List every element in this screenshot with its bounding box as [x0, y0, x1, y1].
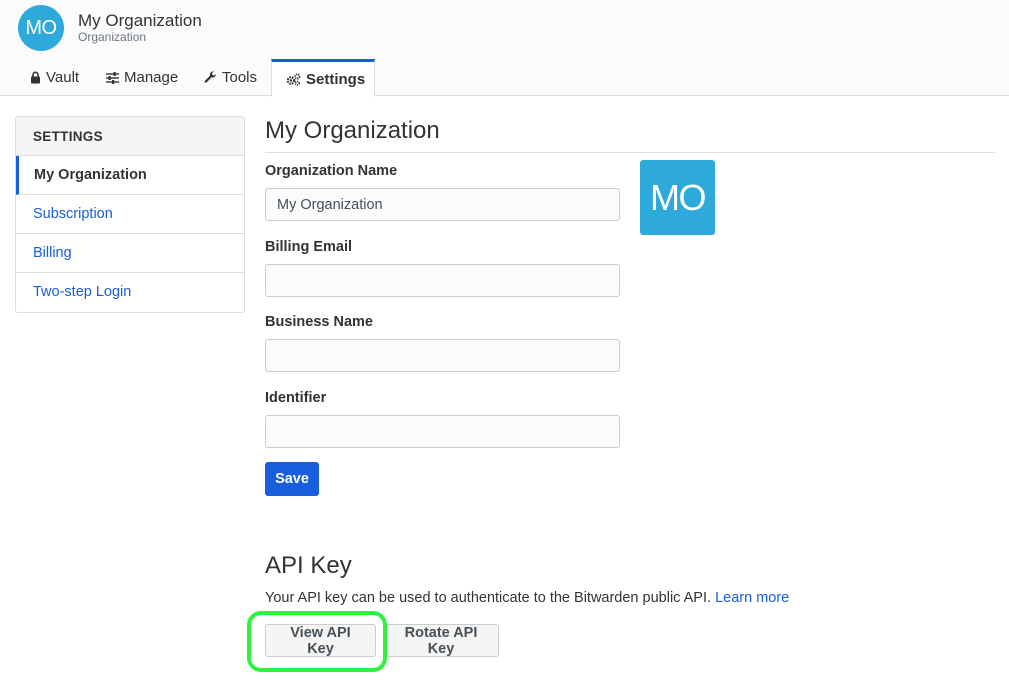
learn-more-link[interactable]: Learn more	[715, 590, 789, 606]
sidebar-heading: SETTINGS	[16, 117, 244, 156]
title-divider	[265, 152, 995, 153]
sidebar-item-two-step-login[interactable]: Two-step Login	[16, 273, 244, 312]
rotate-api-key-button[interactable]: Rotate API Key	[383, 624, 499, 657]
org-avatar: MO	[18, 5, 64, 51]
org-name-label: Organization Name	[265, 163, 397, 179]
business-name-label: Business Name	[265, 314, 373, 330]
wrench-icon	[204, 71, 217, 84]
tab-tools-label: Tools	[222, 69, 257, 86]
sidebar-item-subscription[interactable]: Subscription	[16, 195, 244, 234]
org-subtitle: Organization	[78, 30, 146, 44]
page-title: My Organization	[265, 117, 440, 145]
tab-vault[interactable]: Vault	[16, 59, 93, 96]
settings-sidebar: SETTINGS My Organization Subscription Bi…	[15, 116, 245, 313]
tab-vault-label: Vault	[46, 69, 79, 86]
view-api-key-button[interactable]: View API Key	[265, 624, 376, 657]
api-key-description: Your API key can be used to authenticate…	[265, 590, 789, 606]
cogs-icon	[286, 73, 301, 86]
billing-email-field[interactable]	[265, 264, 620, 297]
lock-icon	[30, 71, 41, 84]
org-logo-avatar: MO	[640, 160, 715, 235]
identifier-label: Identifier	[265, 390, 326, 406]
business-name-field[interactable]	[265, 339, 620, 372]
sidebar-item-billing[interactable]: Billing	[16, 234, 244, 273]
sliders-icon	[106, 72, 119, 84]
api-key-title: API Key	[265, 552, 352, 580]
tab-settings[interactable]: Settings	[271, 59, 375, 97]
tab-tools[interactable]: Tools	[190, 59, 271, 96]
org-name-field[interactable]	[265, 188, 620, 221]
org-name: My Organization	[78, 11, 202, 31]
sidebar-item-my-organization[interactable]: My Organization	[16, 156, 244, 195]
billing-email-label: Billing Email	[265, 239, 352, 255]
identifier-field[interactable]	[265, 415, 620, 448]
save-button[interactable]: Save	[265, 462, 319, 496]
tab-manage[interactable]: Manage	[92, 59, 192, 96]
org-header: MO My Organization Organization Vault Ma…	[0, 0, 1009, 96]
tab-manage-label: Manage	[124, 69, 178, 86]
tab-settings-label: Settings	[306, 71, 365, 88]
api-key-description-text: Your API key can be used to authenticate…	[265, 590, 711, 606]
